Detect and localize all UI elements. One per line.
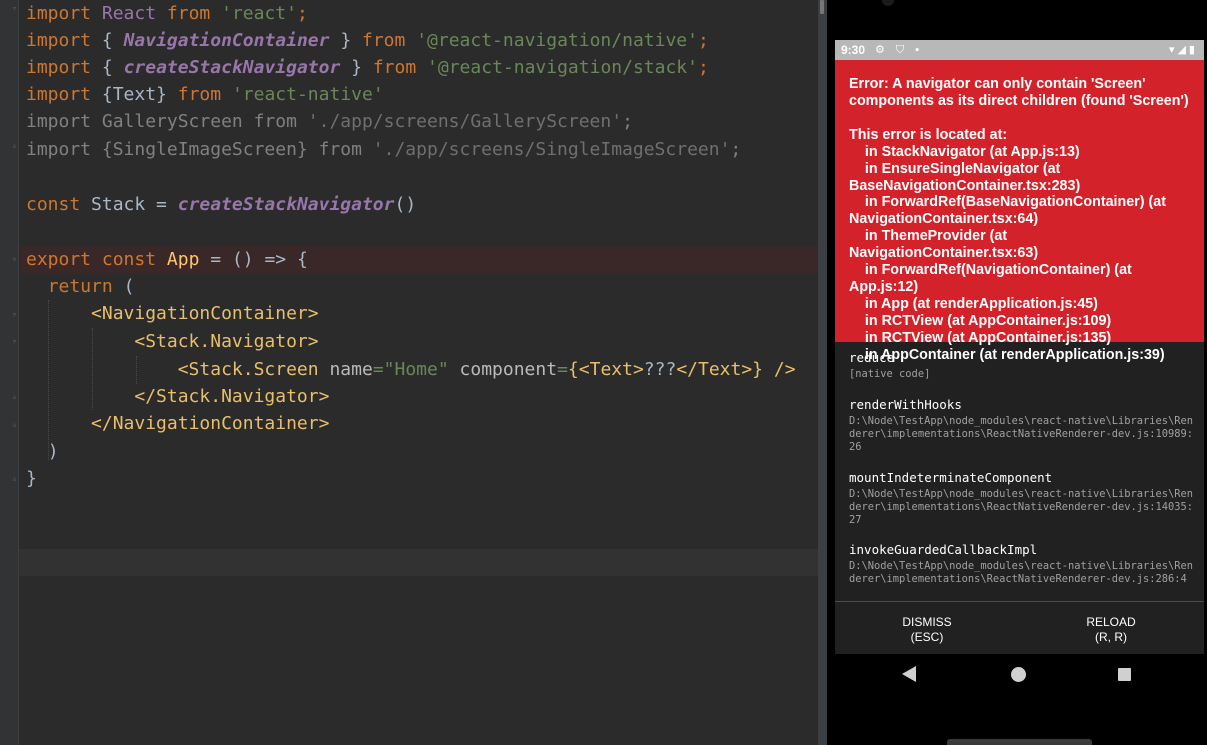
- fold-marker-icon[interactable]: ▵: [10, 474, 19, 484]
- camera-notch: [882, 0, 894, 6]
- fold-marker-icon[interactable]: ▿: [10, 255, 19, 265]
- dismiss-hint: (ESC): [910, 630, 944, 644]
- code-line-18[interactable]: }: [26, 465, 37, 492]
- stack-frame-function: reduce: [849, 350, 895, 365]
- reload-button[interactable]: RELOAD (R, R): [1051, 615, 1171, 645]
- caret-line-highlight: [19, 549, 818, 576]
- code-line-11[interactable]: return (: [26, 273, 135, 300]
- status-signal-battery-icon: ▾◢▮: [1168, 44, 1198, 56]
- fold-marker-icon[interactable]: ▵: [10, 392, 19, 402]
- stack-frame-function: mountIndeterminateComponent: [849, 470, 1053, 485]
- stack-frame-location: D:\Node\TestApp\node_modules\react-nativ…: [849, 488, 1194, 526]
- code-line-2[interactable]: import { NavigationContainer } from '@re…: [26, 27, 709, 54]
- code-line-13[interactable]: <Stack.Navigator>: [26, 328, 318, 355]
- code-line-12[interactable]: <NavigationContainer>: [26, 300, 319, 327]
- component-stack-frame: in RCTView (at AppContainer.js:135): [849, 329, 1112, 346]
- code-line-3[interactable]: import { createStackNavigator } from '@r…: [26, 54, 709, 81]
- device-screen: 9:30 ⚙ ⛉ ▪ ▾◢▮ Error: A navigator can on…: [835, 40, 1204, 654]
- android-nav-bar: [835, 654, 1204, 694]
- error-location-title: This error is located at:: [849, 126, 1008, 143]
- code-line-16[interactable]: </NavigationContainer>: [26, 410, 329, 437]
- code-line-8[interactable]: const Stack = createStackNavigator(): [26, 191, 416, 218]
- fold-marker-icon[interactable]: ▵: [10, 420, 19, 430]
- stack-frame-function: invokeGuardedCallbackImpl: [849, 542, 1038, 557]
- stack-frame[interactable]: renderWithHooks D:\Node\TestApp\node_mod…: [849, 397, 1194, 454]
- code-line-17[interactable]: ): [26, 438, 59, 465]
- component-stack-frame: in ThemeProvider (at NavigationContainer…: [849, 228, 1039, 262]
- stack-frame[interactable]: mountIndeterminateComponent D:\Node\Test…: [849, 470, 1194, 527]
- redbox-button-bar: DISMISS (ESC) RELOAD (R, R): [835, 601, 1204, 654]
- code-line-10[interactable]: export const App = () => {: [26, 246, 308, 273]
- android-emulator: 9:30 ⚙ ⛉ ▪ ▾◢▮ Error: A navigator can on…: [827, 0, 1207, 745]
- code-line-15[interactable]: </Stack.Navigator>: [26, 383, 329, 410]
- dismiss-label: DISMISS: [902, 615, 952, 629]
- fold-marker-icon[interactable]: ▿: [10, 4, 19, 14]
- fold-marker-icon[interactable]: ▿: [10, 337, 19, 347]
- stack-frame-location: D:\Node\TestApp\node_modules\react-nativ…: [849, 415, 1194, 453]
- stack-frame[interactable]: invokeGuardedCallbackImpl D:\Node\TestAp…: [849, 542, 1194, 586]
- emulator-bottom-handle: [947, 739, 1092, 745]
- status-notification-icons: ⚙ ⛉ ▪: [875, 44, 924, 56]
- component-stack-frame: in RCTView (at AppContainer.js:109): [849, 312, 1112, 329]
- dismiss-button[interactable]: DISMISS (ESC): [867, 615, 987, 645]
- stack-frame-location: [native code]: [849, 368, 931, 380]
- home-circle-icon[interactable]: [1011, 667, 1026, 682]
- fold-marker-icon[interactable]: ▵: [10, 141, 19, 151]
- component-stack-frame: in ForwardRef(NavigationContainer) (at A…: [849, 262, 1136, 295]
- code-editor[interactable]: ▿ ▵ ▿ ▿ ▿ ▵ ▵ ▵ import React from 'react…: [0, 0, 818, 745]
- stack-frame[interactable]: reduce [native code]: [849, 350, 1194, 381]
- reload-hint: (R, R): [1095, 630, 1127, 644]
- component-stack-frame: in ForwardRef(BaseNavigationContainer) (…: [849, 194, 1170, 228]
- redbox-error[interactable]: Error: A navigator can only contain 'Scr…: [835, 60, 1204, 363]
- component-stack-frame: in EnsureSingleNavigator (at BaseNavigat…: [849, 160, 1081, 194]
- code-line-4[interactable]: import {Text} from 'react-native': [26, 81, 384, 108]
- editor-gutter: [0, 0, 19, 745]
- code-line-14[interactable]: <Stack.Screen name="Home" component={<Te…: [26, 356, 796, 383]
- code-line-6[interactable]: import {SingleImageScreen} from './app/s…: [26, 136, 741, 163]
- component-stack-frame: in App (at renderApplication.js:45): [849, 295, 1098, 312]
- status-bar: 9:30 ⚙ ⛉ ▪ ▾◢▮: [835, 40, 1204, 60]
- error-message: Error: A navigator can only contain 'Scr…: [849, 76, 1189, 109]
- scroll-thumb[interactable]: [820, 0, 824, 14]
- component-stack-frame: in StackNavigator (at App.js:13): [849, 143, 1080, 160]
- status-time: 9:30: [841, 43, 866, 57]
- editor-scrollbar[interactable]: [818, 0, 827, 745]
- code-line-5[interactable]: import GalleryScreen from './app/screens…: [26, 108, 633, 135]
- stack-frame-location: D:\Node\TestApp\node_modules\react-nativ…: [849, 560, 1194, 585]
- reload-label: RELOAD: [1086, 615, 1136, 629]
- stack-frame-function: renderWithHooks: [849, 397, 962, 412]
- code-line-1[interactable]: import React from 'react';: [26, 0, 308, 27]
- fold-marker-icon[interactable]: ▿: [10, 310, 19, 320]
- back-triangle-icon[interactable]: [902, 666, 916, 682]
- recents-square-icon[interactable]: [1118, 668, 1131, 681]
